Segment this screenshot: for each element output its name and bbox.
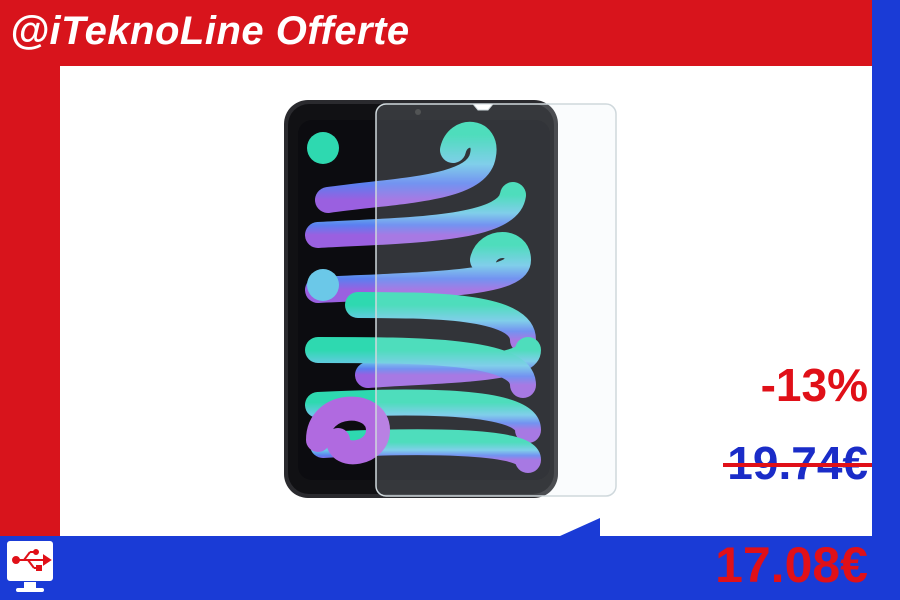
- discount-badge: -13%: [760, 359, 868, 411]
- strikethrough-line: [723, 463, 872, 467]
- brand-title: @iTeknoLine Offerte: [10, 9, 410, 53]
- old-price: 19.74€: [723, 436, 872, 490]
- new-price: 17.08€: [715, 537, 868, 593]
- usb-monitor-icon: [5, 539, 55, 592]
- product-image: [284, 100, 617, 498]
